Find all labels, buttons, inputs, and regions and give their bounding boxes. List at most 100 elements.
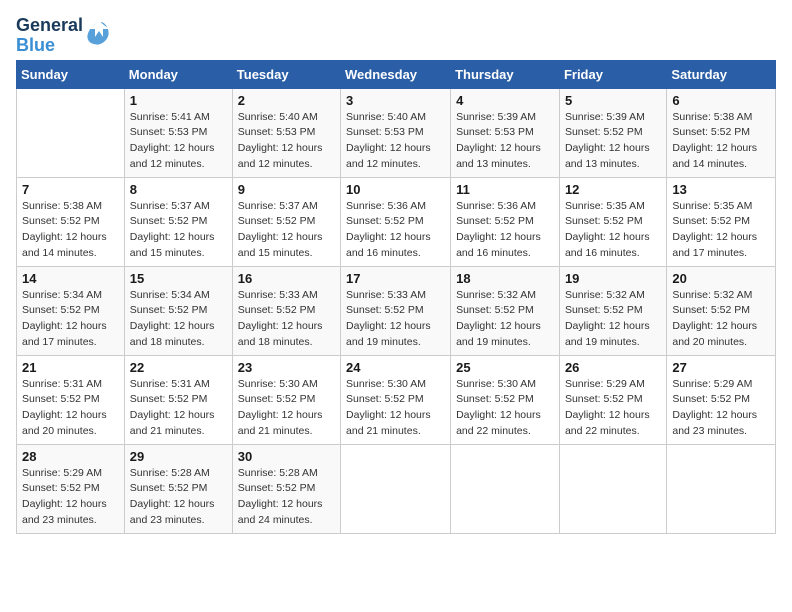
day-number: 14 bbox=[22, 271, 119, 286]
calendar-cell bbox=[559, 444, 666, 533]
day-info: Sunrise: 5:38 AMSunset: 5:52 PMDaylight:… bbox=[22, 199, 119, 262]
week-row-3: 14 Sunrise: 5:34 AMSunset: 5:52 PMDayligh… bbox=[17, 266, 776, 355]
day-info: Sunrise: 5:37 AMSunset: 5:52 PMDaylight:… bbox=[130, 199, 227, 262]
calendar-cell: 7Sunrise: 5:38 AMSunset: 5:52 PMDaylight… bbox=[17, 177, 125, 266]
calendar-cell: 18 Sunrise: 5:32 AMSunset: 5:52 PMDayligh… bbox=[451, 266, 560, 355]
day-info: Sunrise: 5:28 AMSunset: 5:52 PMDaylight:… bbox=[238, 466, 335, 529]
weekday-header-monday: Monday bbox=[124, 60, 232, 88]
day-number: 9 bbox=[238, 182, 335, 197]
day-info: Sunrise: 5:41 AMSunset: 5:53 PMDaylight:… bbox=[130, 110, 227, 173]
week-row-4: 21 Sunrise: 5:31 AMSunset: 5:52 PMDayligh… bbox=[17, 355, 776, 444]
day-info: Sunrise: 5:39 AMSunset: 5:53 PMDaylight:… bbox=[456, 110, 554, 173]
day-info: Sunrise: 5:31 AMSunset: 5:52 PMDaylight:… bbox=[130, 377, 227, 440]
calendar-cell: 12 Sunrise: 5:35 AMSunset: 5:52 PMDayligh… bbox=[559, 177, 666, 266]
day-info: Sunrise: 5:36 AMSunset: 5:52 PMDaylight:… bbox=[456, 199, 554, 262]
day-info: Sunrise: 5:29 AMSunset: 5:52 PMDaylight:… bbox=[672, 377, 770, 440]
calendar-table: SundayMondayTuesdayWednesdayThursdayFrid… bbox=[16, 60, 776, 534]
day-number: 15 bbox=[130, 271, 227, 286]
day-info: Sunrise: 5:32 AMSunset: 5:52 PMDaylight:… bbox=[456, 288, 554, 351]
calendar-cell: 23 Sunrise: 5:30 AMSunset: 5:52 PMDayligh… bbox=[232, 355, 340, 444]
day-number: 2 bbox=[238, 93, 335, 108]
weekday-header-wednesday: Wednesday bbox=[341, 60, 451, 88]
calendar-cell bbox=[341, 444, 451, 533]
day-number: 20 bbox=[672, 271, 770, 286]
day-number: 29 bbox=[130, 449, 227, 464]
day-info: Sunrise: 5:28 AMSunset: 5:52 PMDaylight:… bbox=[130, 466, 227, 529]
calendar-cell: 30 Sunrise: 5:28 AMSunset: 5:52 PMDayligh… bbox=[232, 444, 340, 533]
day-info: Sunrise: 5:31 AMSunset: 5:52 PMDaylight:… bbox=[22, 377, 119, 440]
day-info: Sunrise: 5:35 AMSunset: 5:52 PMDaylight:… bbox=[672, 199, 770, 262]
calendar-cell bbox=[451, 444, 560, 533]
logo-blue-text: Blue bbox=[16, 36, 83, 56]
calendar-cell: 5 Sunrise: 5:39 AMSunset: 5:52 PMDaylight… bbox=[559, 88, 666, 177]
calendar-cell: 29 Sunrise: 5:28 AMSunset: 5:52 PMDayligh… bbox=[124, 444, 232, 533]
weekday-header-thursday: Thursday bbox=[451, 60, 560, 88]
logo: General Blue bbox=[16, 16, 115, 56]
day-info: Sunrise: 5:34 AMSunset: 5:52 PMDaylight:… bbox=[130, 288, 227, 351]
day-info: Sunrise: 5:40 AMSunset: 5:53 PMDaylight:… bbox=[346, 110, 445, 173]
weekday-header-row: SundayMondayTuesdayWednesdayThursdayFrid… bbox=[17, 60, 776, 88]
day-info: Sunrise: 5:40 AMSunset: 5:53 PMDaylight:… bbox=[238, 110, 335, 173]
day-info: Sunrise: 5:32 AMSunset: 5:52 PMDaylight:… bbox=[565, 288, 661, 351]
day-number: 4 bbox=[456, 93, 554, 108]
day-number: 16 bbox=[238, 271, 335, 286]
day-number: 18 bbox=[456, 271, 554, 286]
day-number: 10 bbox=[346, 182, 445, 197]
day-info: Sunrise: 5:39 AMSunset: 5:52 PMDaylight:… bbox=[565, 110, 661, 173]
calendar-cell: 17 Sunrise: 5:33 AMSunset: 5:52 PMDayligh… bbox=[341, 266, 451, 355]
calendar-cell: 1 Sunrise: 5:41 AMSunset: 5:53 PMDaylight… bbox=[124, 88, 232, 177]
calendar-cell: 13 Sunrise: 5:35 AMSunset: 5:52 PMDayligh… bbox=[667, 177, 776, 266]
week-row-5: 28Sunrise: 5:29 AMSunset: 5:52 PMDayligh… bbox=[17, 444, 776, 533]
calendar-cell: 15 Sunrise: 5:34 AMSunset: 5:52 PMDayligh… bbox=[124, 266, 232, 355]
day-info: Sunrise: 5:29 AMSunset: 5:52 PMDaylight:… bbox=[565, 377, 661, 440]
calendar-cell: 6Sunrise: 5:38 AMSunset: 5:52 PMDaylight… bbox=[667, 88, 776, 177]
weekday-header-saturday: Saturday bbox=[667, 60, 776, 88]
day-number: 13 bbox=[672, 182, 770, 197]
day-number: 23 bbox=[238, 360, 335, 375]
day-info: Sunrise: 5:33 AMSunset: 5:52 PMDaylight:… bbox=[346, 288, 445, 351]
day-info: Sunrise: 5:36 AMSunset: 5:52 PMDaylight:… bbox=[346, 199, 445, 262]
logo-wave-icon bbox=[85, 19, 115, 49]
calendar-cell: 14Sunrise: 5:34 AMSunset: 5:52 PMDayligh… bbox=[17, 266, 125, 355]
day-info: Sunrise: 5:30 AMSunset: 5:52 PMDaylight:… bbox=[238, 377, 335, 440]
day-info: Sunrise: 5:35 AMSunset: 5:52 PMDaylight:… bbox=[565, 199, 661, 262]
day-number: 22 bbox=[130, 360, 227, 375]
logo-general-text: General bbox=[16, 16, 83, 36]
calendar-cell: 20 Sunrise: 5:32 AMSunset: 5:52 PMDayligh… bbox=[667, 266, 776, 355]
week-row-1: 1 Sunrise: 5:41 AMSunset: 5:53 PMDaylight… bbox=[17, 88, 776, 177]
calendar-cell: 28Sunrise: 5:29 AMSunset: 5:52 PMDayligh… bbox=[17, 444, 125, 533]
calendar-cell: 19 Sunrise: 5:32 AMSunset: 5:52 PMDayligh… bbox=[559, 266, 666, 355]
calendar-cell: 4 Sunrise: 5:39 AMSunset: 5:53 PMDaylight… bbox=[451, 88, 560, 177]
day-info: Sunrise: 5:30 AMSunset: 5:52 PMDaylight:… bbox=[456, 377, 554, 440]
calendar-cell: 10 Sunrise: 5:36 AMSunset: 5:52 PMDayligh… bbox=[341, 177, 451, 266]
day-number: 26 bbox=[565, 360, 661, 375]
day-number: 21 bbox=[22, 360, 119, 375]
day-number: 25 bbox=[456, 360, 554, 375]
page-header: General Blue bbox=[16, 16, 776, 56]
day-number: 3 bbox=[346, 93, 445, 108]
week-row-2: 7Sunrise: 5:38 AMSunset: 5:52 PMDaylight… bbox=[17, 177, 776, 266]
calendar-cell: 11 Sunrise: 5:36 AMSunset: 5:52 PMDayligh… bbox=[451, 177, 560, 266]
day-number: 11 bbox=[456, 182, 554, 197]
calendar-cell: 24Sunrise: 5:30 AMSunset: 5:52 PMDayligh… bbox=[341, 355, 451, 444]
day-number: 19 bbox=[565, 271, 661, 286]
calendar-cell: 22 Sunrise: 5:31 AMSunset: 5:52 PMDayligh… bbox=[124, 355, 232, 444]
day-info: Sunrise: 5:30 AMSunset: 5:52 PMDaylight:… bbox=[346, 377, 445, 440]
day-info: Sunrise: 5:37 AMSunset: 5:52 PMDaylight:… bbox=[238, 199, 335, 262]
calendar-cell: 3 Sunrise: 5:40 AMSunset: 5:53 PMDaylight… bbox=[341, 88, 451, 177]
day-number: 6 bbox=[672, 93, 770, 108]
day-number: 5 bbox=[565, 93, 661, 108]
day-number: 1 bbox=[130, 93, 227, 108]
day-info: Sunrise: 5:33 AMSunset: 5:52 PMDaylight:… bbox=[238, 288, 335, 351]
calendar-cell bbox=[17, 88, 125, 177]
day-number: 12 bbox=[565, 182, 661, 197]
day-number: 17 bbox=[346, 271, 445, 286]
day-info: Sunrise: 5:32 AMSunset: 5:52 PMDaylight:… bbox=[672, 288, 770, 351]
calendar-cell: 21 Sunrise: 5:31 AMSunset: 5:52 PMDayligh… bbox=[17, 355, 125, 444]
day-number: 27 bbox=[672, 360, 770, 375]
day-number: 30 bbox=[238, 449, 335, 464]
day-number: 28 bbox=[22, 449, 119, 464]
calendar-cell bbox=[667, 444, 776, 533]
calendar-cell: 26 Sunrise: 5:29 AMSunset: 5:52 PMDayligh… bbox=[559, 355, 666, 444]
calendar-cell: 25 Sunrise: 5:30 AMSunset: 5:52 PMDayligh… bbox=[451, 355, 560, 444]
